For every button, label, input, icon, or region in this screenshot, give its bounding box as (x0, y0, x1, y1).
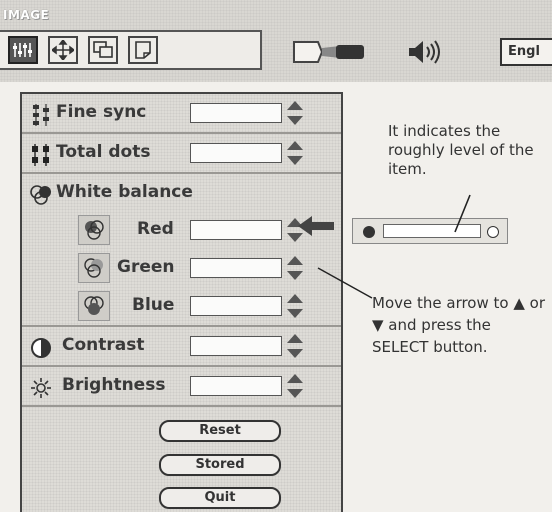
contrast-label: Contrast (62, 335, 145, 355)
red-field[interactable] (190, 220, 282, 240)
brightness-row[interactable]: Brightness (22, 367, 341, 407)
selection-arrow-icon (298, 215, 340, 241)
reset-button[interactable]: Reset (159, 420, 281, 442)
fine-sync-icon (30, 104, 52, 126)
total-dots-row[interactable]: Total dots (22, 134, 341, 174)
red-label: Red (137, 219, 174, 239)
brightness-field[interactable] (190, 376, 282, 396)
blue-stepper[interactable] (287, 294, 303, 322)
blue-label: Blue (132, 295, 175, 315)
total-dots-stepper[interactable] (287, 141, 303, 169)
top-menu-bar: IMAGE Engl (0, 0, 552, 82)
menu-title: IMAGE (3, 8, 50, 22)
green-row[interactable]: Green (22, 249, 341, 287)
page-icon[interactable] (128, 36, 158, 64)
level-max-icon (487, 226, 499, 238)
fine-sync-field[interactable] (190, 103, 282, 123)
green-label: Green (117, 257, 175, 277)
red-balance-icon (78, 215, 110, 245)
language-button[interactable]: Engl (500, 38, 552, 66)
level-bar (383, 224, 481, 238)
fine-sync-row[interactable]: Fine sync (22, 94, 341, 134)
contrast-row[interactable]: Contrast (22, 327, 341, 367)
blue-balance-icon (78, 291, 110, 321)
quit-button[interactable]: Quit (159, 487, 281, 509)
fine-sync-label: Fine sync (56, 102, 147, 122)
menu-icon-group (0, 30, 262, 70)
level-annotation: It indicates the roughly level of the it… (388, 122, 534, 178)
total-dots-icon (30, 144, 52, 166)
level-indicator (352, 218, 508, 244)
image-adjust-icon[interactable] (8, 36, 38, 64)
brightness-label: Brightness (62, 375, 166, 395)
green-stepper[interactable] (287, 256, 303, 284)
stored-button[interactable]: Stored (159, 454, 281, 476)
brightness-icon (30, 377, 52, 399)
speaker-icon[interactable] (405, 38, 445, 70)
white-balance-row[interactable]: White balance (22, 174, 341, 212)
contrast-stepper[interactable] (287, 334, 303, 362)
green-balance-icon (78, 253, 110, 283)
total-dots-field[interactable] (190, 143, 282, 163)
image-menu-panel: Fine sync Total dots White balance Red G… (20, 92, 343, 512)
total-dots-label: Total dots (56, 142, 151, 162)
white-balance-label: White balance (56, 182, 193, 202)
blue-row[interactable]: Blue (22, 287, 341, 327)
level-min-icon (363, 226, 375, 238)
contrast-field[interactable] (190, 336, 282, 356)
fine-sync-stepper[interactable] (287, 101, 303, 129)
green-field[interactable] (190, 258, 282, 278)
contrast-icon (30, 337, 52, 359)
red-row[interactable]: Red (22, 211, 341, 249)
move-icon[interactable] (48, 36, 78, 64)
arrow-annotation: Move the arrow to ▲ or ▼ and press the S… (372, 294, 545, 356)
white-balance-icon (30, 184, 52, 206)
screen-icon[interactable] (88, 36, 118, 64)
blue-field[interactable] (190, 296, 282, 316)
projector-icon[interactable] (292, 38, 372, 70)
brightness-stepper[interactable] (287, 374, 303, 402)
